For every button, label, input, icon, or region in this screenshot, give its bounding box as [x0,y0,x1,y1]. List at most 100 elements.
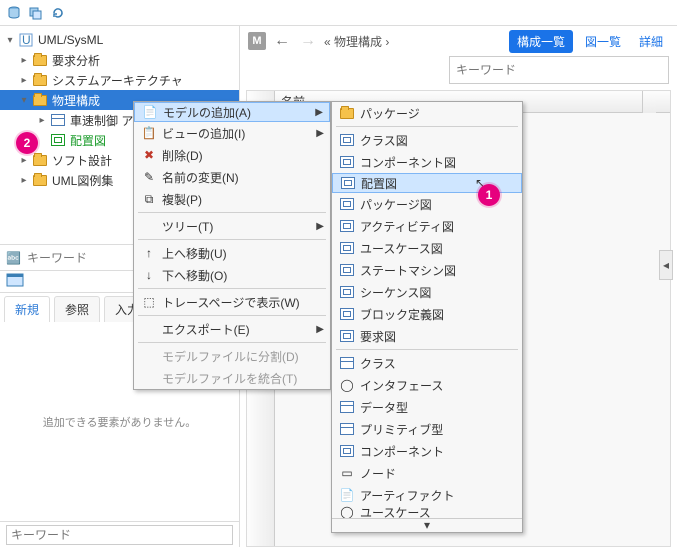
db-stack-icon[interactable] [28,5,44,21]
expander-icon[interactable]: ▾ [18,95,30,106]
delete-icon: ✖ [140,147,158,163]
menu-label: パッケージ図 [360,196,432,213]
menu-label: インタフェース [360,377,443,394]
menu-move-down[interactable]: ↓下へ移動(O) [134,264,330,286]
submenu-usecase-diagram[interactable]: ユースケース図 [332,237,522,259]
menu-trace-page[interactable]: ⬚トレースページで表示(W) [134,291,330,313]
menu-separator [336,126,518,127]
diagram-icon [338,132,356,148]
menu-label: コンポーネント図 [360,154,456,171]
menu-label: トレースページで表示(W) [162,294,300,311]
refresh-icon[interactable] [50,5,66,21]
diagram-icon [338,218,356,234]
diagram-icon [338,306,356,322]
menu-move-up[interactable]: ↑上へ移動(U) [134,242,330,264]
expander-icon[interactable]: ▸ [18,75,30,86]
class-icon [338,355,356,371]
callout-2: 2 [16,132,38,154]
palette-search-input[interactable] [6,525,233,545]
submenu-activity-diagram[interactable]: アクティビティ図 [332,215,522,237]
tree-item-label: ソフト設計 [50,152,114,169]
component-icon [338,443,356,459]
submenu-interface[interactable]: ◯インタフェース [332,374,522,396]
expander-icon[interactable]: ▸ [18,55,30,66]
column-edge[interactable] [642,91,656,113]
submenu-package[interactable]: パッケージ [332,102,522,124]
tab-browse[interactable]: 参照 [54,296,100,322]
menu-duplicate[interactable]: ⧉複製(P) [134,188,330,210]
menu-label: プリミティブ型 [360,421,443,438]
menu-export[interactable]: エクスポート(E)▶ [134,318,330,340]
submenu-artifact[interactable]: 📄アーティファクト [332,484,522,506]
submenu-usecase[interactable]: ◯ユースケース [332,506,522,518]
menu-separator [138,239,326,240]
menu-separator [336,349,518,350]
folder-icon [338,105,356,121]
tree-item[interactable]: ▸ 要求分析 [0,50,239,70]
diagram-icon [50,132,66,148]
tree-item[interactable]: ▸システムアーキテクチャ [0,70,239,90]
db-icon[interactable] [6,5,22,21]
menu-label: パッケージ [360,105,420,122]
submenu-datatype[interactable]: データ型 [332,396,522,418]
submenu-component-diagram[interactable]: コンポーネント図 [332,151,522,173]
submenu-component[interactable]: コンポーネント [332,440,522,462]
menu-label: ユースケース図 [360,240,443,257]
submenu-node[interactable]: ▭ノード [332,462,522,484]
tree-root[interactable]: ▾ U UML/SysML [0,30,239,50]
folder-icon [32,52,48,68]
menu-tree[interactable]: ツリー(T)▶ [134,215,330,237]
menu-split-file: モデルファイルに分割(D) [134,345,330,367]
content-search-input[interactable] [449,56,669,84]
structure-list-button[interactable]: 構成一覧 [509,30,573,53]
menu-separator [138,288,326,289]
diagram-list-link[interactable]: 図一覧 [579,33,627,50]
tree-item-label: 要求分析 [50,52,102,69]
submenu-requirement-diagram[interactable]: 要求図 [332,325,522,347]
side-expander[interactable]: ◂ [659,250,673,280]
submenu-block-diagram[interactable]: ブロック定義図 [332,303,522,325]
folder-icon [32,92,48,108]
folder-icon [32,152,48,168]
nav-back-icon[interactable]: ← [272,32,292,50]
menu-label: 名前の変更(N) [162,169,239,186]
menu-label: シーケンス図 [360,284,431,301]
expander-icon[interactable]: ▾ [4,35,16,46]
node-icon: ▭ [338,465,356,481]
tree-item-label: 物理構成 [50,92,102,109]
menu-label: コンポーネント [360,443,444,460]
submenu-statemachine-diagram[interactable]: ステートマシン図 [332,259,522,281]
tab-new[interactable]: 新規 [4,296,50,322]
palette-search [0,521,239,547]
folder-icon [32,172,48,188]
menu-separator [138,342,326,343]
panel-icon[interactable] [6,273,24,290]
menu-label: 複製(P) [162,191,202,208]
menu-label: モデルファイルに分割(D) [162,348,299,365]
menu-label: 下へ移動(O) [162,267,227,284]
submenu-sequence-diagram[interactable]: シーケンス図 [332,281,522,303]
expander-icon[interactable]: ▸ [18,155,30,166]
content-header: M ← → « 物理構成 › 構成一覧 図一覧 詳細 [240,26,677,56]
diagram-icon [338,196,356,212]
expander-icon[interactable]: ▸ [18,175,30,186]
submenu-class[interactable]: クラス [332,352,522,374]
expander-icon[interactable]: ▸ [36,115,48,126]
detail-link[interactable]: 詳細 [633,33,669,50]
menu-add-view[interactable]: 📋ビューの追加(I)▶ [134,122,330,144]
trace-icon: ⬚ [140,294,158,310]
menu-separator [138,315,326,316]
menu-add-model[interactable]: 📄モデルの追加(A)▶ [134,102,330,122]
menu-delete[interactable]: ✖削除(D) [134,144,330,166]
diagram-icon [338,328,356,344]
menu-label: エクスポート(E) [162,321,250,338]
breadcrumb[interactable]: « 物理構成 › [324,33,389,50]
menu-label: 要求図 [360,328,396,345]
menu-label: データ型 [360,399,408,416]
submenu-primitive[interactable]: プリミティブ型 [332,418,522,440]
duplicate-icon: ⧉ [140,191,158,207]
menu-rename[interactable]: ✎名前の変更(N) [134,166,330,188]
submenu-class-diagram[interactable]: クラス図 [332,129,522,151]
scroll-down-icon[interactable]: ▾ [332,518,522,532]
menu-label: ブロック定義図 [360,306,444,323]
